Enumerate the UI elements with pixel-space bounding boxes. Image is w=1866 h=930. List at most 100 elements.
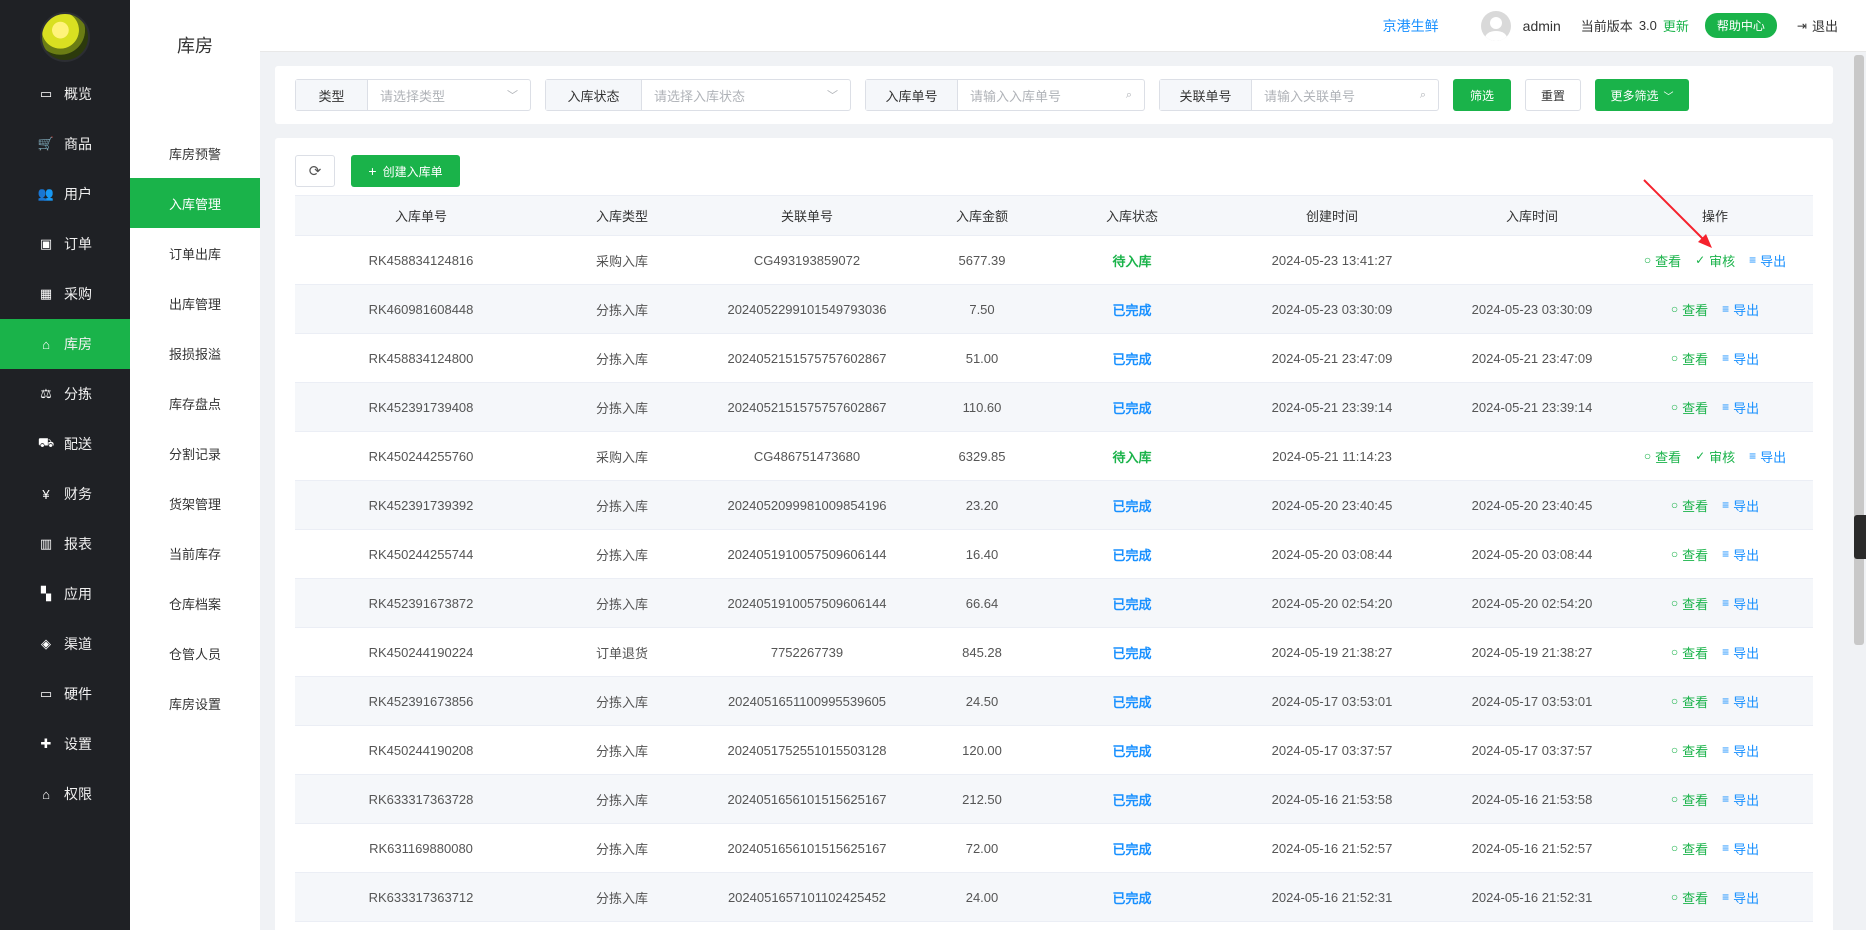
refresh-button[interactable]: ⟳ bbox=[295, 155, 335, 187]
export-button[interactable]: ≡ 导出 bbox=[1722, 349, 1759, 368]
related-no-cell: CG486751473680 bbox=[697, 431, 917, 481]
nav-item[interactable]: ▣ 订单 bbox=[0, 219, 130, 269]
sub-nav-item[interactable]: 货架管理 bbox=[130, 478, 260, 528]
sub-nav-item[interactable]: 分割记录 bbox=[130, 428, 260, 478]
sub-nav-item[interactable]: 当前库存 bbox=[130, 528, 260, 578]
export-button[interactable]: ≡ 导出 bbox=[1722, 545, 1759, 564]
side-float-tab[interactable] bbox=[1854, 515, 1866, 559]
nav-item[interactable]: ◈ 渠道 bbox=[0, 619, 130, 669]
list-icon: ≡ bbox=[1722, 841, 1730, 855]
export-button[interactable]: ≡ 导出 bbox=[1749, 251, 1786, 270]
view-button[interactable]: ○ 查看 bbox=[1644, 447, 1681, 466]
audit-button[interactable]: ✓ 审核 bbox=[1695, 447, 1735, 466]
search-icon: ○ bbox=[1670, 694, 1679, 708]
search-icon: ○ bbox=[1670, 351, 1679, 365]
nav-item-label: 设置 bbox=[64, 736, 92, 752]
status-cell: 已完成 bbox=[1047, 774, 1217, 824]
status-badge: 待入库 bbox=[1112, 253, 1152, 269]
sub-nav-item[interactable]: 出库管理 bbox=[130, 278, 260, 328]
users-icon: 👥 bbox=[37, 186, 55, 201]
create-inbound-button[interactable]: + 创建入库单 bbox=[351, 155, 460, 187]
export-button[interactable]: ≡ 导出 bbox=[1722, 398, 1759, 417]
export-button[interactable]: ≡ 导出 bbox=[1722, 643, 1759, 662]
export-button[interactable]: ≡ 导出 bbox=[1722, 741, 1759, 760]
help-center-button[interactable]: 帮助中心 bbox=[1704, 13, 1777, 38]
list-icon: ≡ bbox=[1722, 596, 1730, 610]
status-cell: 已完成 bbox=[1047, 578, 1217, 628]
view-button[interactable]: ○ 查看 bbox=[1671, 692, 1708, 711]
nav-item[interactable]: ⌂ 权限 bbox=[0, 769, 130, 819]
logout-button[interactable]: ⇥ 退出 bbox=[1797, 16, 1838, 35]
export-button[interactable]: ≡ 导出 bbox=[1722, 888, 1759, 907]
view-button[interactable]: ○ 查看 bbox=[1671, 398, 1708, 417]
list-icon: ≡ bbox=[1722, 498, 1730, 512]
stocked-time-cell: 2024-05-20 23:40:45 bbox=[1447, 480, 1617, 530]
list-icon: ≡ bbox=[1722, 890, 1730, 904]
created-time-cell: 2024-05-21 23:39:14 bbox=[1217, 382, 1447, 432]
view-button[interactable]: ○ 查看 bbox=[1671, 839, 1708, 858]
view-button[interactable]: ○ 查看 bbox=[1671, 741, 1708, 760]
sub-nav-item[interactable]: 报损报溢 bbox=[130, 328, 260, 378]
reset-button[interactable]: 重置 bbox=[1525, 79, 1581, 111]
nav-item[interactable]: ▭ 硬件 bbox=[0, 669, 130, 719]
sub-nav-item[interactable]: 库房设置 bbox=[130, 678, 260, 728]
nav-item[interactable]: ▚ 应用 bbox=[0, 569, 130, 619]
shop-name-link[interactable]: 京港生鲜 bbox=[1383, 16, 1439, 36]
inbound-no-input[interactable]: 请输入入库单号 ⌕ bbox=[958, 80, 1144, 110]
table-header-row: 入库单号 入库类型 关联单号 入库金额 入库状态 创建时间 入库时间 操作 bbox=[295, 195, 1813, 236]
table-row: RK458834124800 分拣入库 2024052151575757602867… bbox=[295, 333, 1813, 383]
export-label: 导出 bbox=[1733, 596, 1760, 612]
view-button[interactable]: ○ 查看 bbox=[1671, 888, 1708, 907]
inbound-list-panel: ⟳ + 创建入库单 入库单号 入库类型 关联单号 入库金额 入库状态 创建时间 入库时间 操作… bbox=[275, 138, 1833, 930]
sub-nav-item[interactable]: 入库管理 bbox=[130, 178, 260, 228]
view-button[interactable]: ○ 查看 bbox=[1671, 643, 1708, 662]
nav-item-label: 用户 bbox=[64, 186, 92, 202]
more-filters-button[interactable]: 更多筛选 ﹀ bbox=[1595, 79, 1689, 111]
nav-item[interactable]: 👥 用户 bbox=[0, 169, 130, 219]
nav-item[interactable]: ▭ 概览 bbox=[0, 69, 130, 119]
related-no-input[interactable]: 请输入关联单号 ⌕ bbox=[1252, 80, 1438, 110]
nav-item[interactable]: ¥ 财务 bbox=[0, 469, 130, 519]
export-button[interactable]: ≡ 导出 bbox=[1722, 496, 1759, 515]
export-button[interactable]: ≡ 导出 bbox=[1722, 692, 1759, 711]
status-select[interactable]: 请选择入库状态 ﹀ bbox=[642, 80, 850, 110]
type-filter: 类型 请选择类型 ﹀ bbox=[295, 79, 531, 111]
sub-nav-item[interactable]: 库存盘点 bbox=[130, 378, 260, 428]
sub-nav-item[interactable]: 库房预警 bbox=[130, 128, 260, 178]
related-no-cell: 2024051910057509606144 bbox=[697, 529, 917, 579]
view-button[interactable]: ○ 查看 bbox=[1671, 300, 1708, 319]
status-badge: 已完成 bbox=[1112, 498, 1152, 514]
amount-cell: 51.00 bbox=[917, 333, 1047, 383]
sub-nav-item[interactable]: 仓管人员 bbox=[130, 628, 260, 678]
type-select[interactable]: 请选择类型 ﹀ bbox=[368, 80, 530, 110]
view-button[interactable]: ○ 查看 bbox=[1671, 545, 1708, 564]
nav-item[interactable]: 🛒 商品 bbox=[0, 119, 130, 169]
status-filter-label: 入库状态 bbox=[546, 80, 642, 110]
export-button[interactable]: ≡ 导出 bbox=[1722, 790, 1759, 809]
sub-nav-item[interactable]: 订单出库 bbox=[130, 228, 260, 278]
actions-cell: ○ 查看 ≡ 导出 bbox=[1617, 774, 1813, 824]
export-button[interactable]: ≡ 导出 bbox=[1722, 300, 1759, 319]
inbound-no-cell: RK452391673856 bbox=[295, 676, 547, 726]
amount-cell: 120.00 bbox=[917, 725, 1047, 775]
nav-item[interactable]: ✚ 设置 bbox=[0, 719, 130, 769]
view-button[interactable]: ○ 查看 bbox=[1671, 349, 1708, 368]
export-button[interactable]: ≡ 导出 bbox=[1722, 839, 1759, 858]
nav-item[interactable]: ⛟ 配送 bbox=[0, 419, 130, 469]
nav-item[interactable]: ▥ 报表 bbox=[0, 519, 130, 569]
nav-item[interactable]: ▦ 采购 bbox=[0, 269, 130, 319]
export-button[interactable]: ≡ 导出 bbox=[1749, 447, 1786, 466]
avatar[interactable] bbox=[1480, 10, 1511, 41]
view-button[interactable]: ○ 查看 bbox=[1671, 790, 1708, 809]
update-link[interactable]: 更新 bbox=[1663, 16, 1689, 35]
main-nav: ▭ 概览 🛒 商品 👥 用户 ▣ 订单 ▦ 采购 ⌂ 库房 ⚖ 分拣 ⛟ 配送 ¥ 财务 ▥ 报表 ▚ 应用 ◈ 渠道 ▭ 硬件 ✚… bbox=[0, 0, 130, 930]
list-icon: ≡ bbox=[1722, 351, 1730, 365]
filter-button[interactable]: 筛选 bbox=[1453, 79, 1511, 111]
export-button[interactable]: ≡ 导出 bbox=[1722, 594, 1759, 613]
user-name[interactable]: admin bbox=[1523, 18, 1561, 34]
nav-item[interactable]: ⚖ 分拣 bbox=[0, 369, 130, 419]
view-button[interactable]: ○ 查看 bbox=[1671, 496, 1708, 515]
view-button[interactable]: ○ 查看 bbox=[1671, 594, 1708, 613]
nav-item[interactable]: ⌂ 库房 bbox=[0, 319, 130, 369]
sub-nav-item[interactable]: 仓库档案 bbox=[130, 578, 260, 628]
